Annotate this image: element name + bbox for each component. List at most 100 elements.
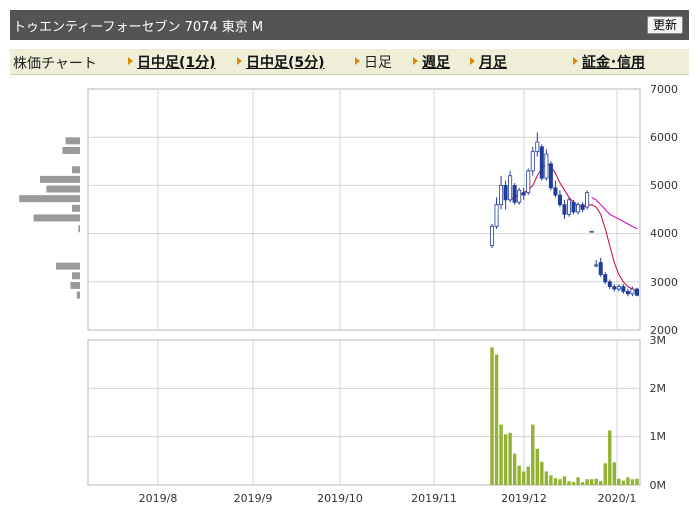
candle-body — [553, 187, 558, 196]
volume-axis: 3M 2M 1M 0M — [650, 334, 667, 492]
volume-bar — [503, 434, 508, 485]
price-tick-label: 3000 — [650, 276, 678, 289]
date-tick-label: 2019/11 — [411, 492, 457, 505]
volume-bar — [494, 354, 499, 485]
price-tick-label: 5000 — [650, 179, 678, 192]
candle-body — [598, 262, 603, 275]
candle-body — [621, 286, 626, 292]
candle-body — [571, 201, 576, 213]
candle-body — [539, 146, 544, 179]
volume-bar — [571, 482, 576, 485]
volume-bar — [603, 463, 607, 485]
volume-profile-bar — [19, 195, 80, 203]
candle-body — [544, 153, 549, 179]
volume-bar — [549, 475, 553, 485]
volume-bar — [608, 430, 612, 485]
candle-body — [616, 286, 621, 290]
volume-tick-label: 0M — [650, 479, 667, 492]
volume-profile-bar — [56, 262, 80, 270]
volume-bar — [594, 478, 598, 485]
volume-bar — [553, 478, 558, 485]
candle-body — [530, 151, 535, 172]
candle-body — [625, 291, 630, 295]
volume-bar — [526, 466, 530, 485]
volume-profile-bar — [70, 281, 80, 289]
candle-body — [589, 230, 594, 233]
volume-chart-frame — [87, 339, 641, 486]
candle-body — [607, 281, 612, 288]
volume-bar — [522, 471, 526, 485]
candle-body — [594, 264, 599, 267]
candle-body — [499, 184, 504, 206]
volume-bar — [558, 479, 562, 485]
candle-body — [603, 274, 608, 283]
volume-profile-bar — [72, 166, 80, 174]
date-axis: 2019/8 2019/9 2019/10 2019/11 2019/12 20… — [139, 492, 637, 505]
stock-charts: 7000 6000 5000 4000 3000 2000 3M 2M 1M 0… — [19, 83, 678, 505]
volume-bar — [630, 479, 635, 485]
candle-body — [580, 204, 585, 210]
volume-bar — [585, 479, 589, 485]
candle-body — [557, 194, 562, 206]
volume-bar — [589, 479, 594, 485]
volume-profile-bar — [76, 291, 80, 299]
candle-body — [508, 175, 513, 201]
volume-profile-bar — [72, 272, 80, 280]
candle-body — [489, 225, 494, 247]
volume-profile-bar — [33, 214, 80, 222]
candle-body — [526, 170, 531, 194]
volume-bar — [531, 424, 535, 485]
volume-bar — [580, 482, 585, 485]
volume-profile-bar — [65, 137, 80, 145]
volume-bar — [512, 453, 517, 485]
candle-body — [517, 189, 522, 203]
volume-bar — [508, 432, 512, 485]
date-tick-label: 2019/10 — [317, 492, 363, 505]
volume-tick-label: 2M — [650, 382, 667, 395]
volume-bar — [612, 462, 617, 485]
candle-body — [567, 199, 572, 215]
volume-bar — [617, 478, 621, 485]
volume-profile-bar — [72, 204, 80, 212]
volume-bar — [576, 477, 580, 485]
volume-bar — [626, 477, 630, 485]
candle-body — [585, 192, 590, 208]
candle-body — [562, 204, 567, 215]
volume-bar — [635, 478, 639, 485]
price-tick-label: 6000 — [650, 131, 678, 144]
volume-tick-label: 3M — [650, 334, 667, 347]
volume-profile — [19, 137, 80, 299]
price-tick-label: 4000 — [650, 227, 678, 240]
volume-profile-bar — [78, 225, 80, 233]
volume-profile-bar — [40, 175, 80, 183]
price-chart-frame — [87, 88, 641, 331]
volume-bar — [499, 424, 503, 485]
volume-bar — [535, 448, 539, 485]
candle-body — [548, 163, 553, 189]
volume-bar — [540, 461, 544, 485]
candle-body — [630, 288, 635, 295]
price-tick-label: 7000 — [650, 83, 678, 96]
volume-bar — [567, 481, 571, 485]
price-axis: 7000 6000 5000 4000 3000 2000 — [650, 83, 678, 337]
volume-bar — [599, 481, 603, 485]
candle-body — [521, 192, 526, 196]
volume-profile-bar — [62, 146, 80, 154]
candle-body — [634, 288, 639, 296]
candle-body — [576, 204, 581, 213]
volume-profile-bar — [46, 185, 80, 193]
candle-body — [512, 184, 517, 203]
volume-bar — [544, 471, 549, 485]
volume-bar — [621, 480, 626, 485]
volume-bar — [517, 465, 521, 485]
date-tick-label: 2020/1 — [598, 492, 637, 505]
candle-body — [503, 184, 508, 201]
date-tick-label: 2019/12 — [501, 492, 547, 505]
volume-bar — [490, 347, 494, 485]
date-tick-label: 2019/9 — [234, 492, 273, 505]
candle-body — [612, 286, 617, 290]
volume-bar — [562, 476, 567, 485]
candle-body — [494, 204, 499, 227]
volume-tick-label: 1M — [650, 430, 667, 443]
date-tick-label: 2019/8 — [139, 492, 178, 505]
